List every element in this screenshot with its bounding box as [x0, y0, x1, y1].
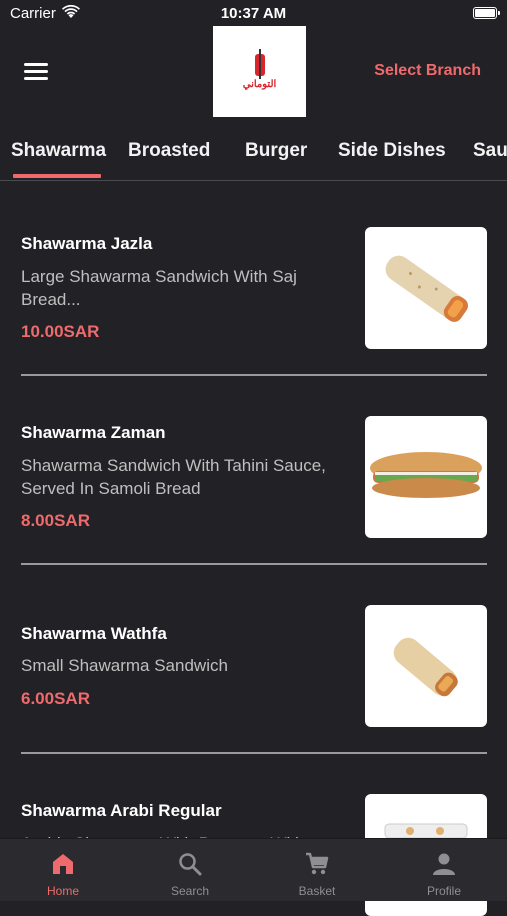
item-divider: [21, 563, 487, 565]
tab-burger[interactable]: Burger: [245, 140, 307, 162]
logo-text: التوماني: [242, 78, 277, 90]
tab-sauces[interactable]: Sau: [473, 140, 507, 162]
item-title: Shawarma Zaman: [21, 423, 166, 442]
wrap-image: [365, 227, 487, 349]
status-bar: Carrier 10:37 AM: [0, 0, 507, 26]
sandwich-image: [365, 416, 487, 538]
shawarma-drum-icon: [254, 48, 265, 79]
item-description: Shawarma Sandwich With Tahini Sauce, Ser…: [21, 456, 326, 498]
item-title: Shawarma Wathfa: [21, 624, 167, 643]
tab-side-dishes[interactable]: Side Dishes: [338, 140, 446, 162]
cart-icon: [306, 852, 329, 875]
active-tab-indicator: [13, 174, 101, 178]
tab-broasted[interactable]: Broasted: [128, 140, 210, 162]
nav-label: Search: [170, 884, 210, 898]
nav-basket[interactable]: Basket: [254, 839, 380, 901]
nav-label: Home: [46, 884, 79, 898]
brand-logo: التوماني: [213, 26, 306, 117]
profile-icon: [433, 853, 455, 875]
nav-profile[interactable]: Profile: [381, 839, 507, 901]
nav-label: Profile: [426, 884, 461, 898]
item-description: Small Shawarma Sandwich: [21, 656, 228, 675]
menu-icon[interactable]: [24, 63, 48, 81]
select-branch-button[interactable]: Select Branch: [374, 62, 481, 80]
clock: 10:37 AM: [220, 5, 287, 22]
item-title: Shawarma Jazla: [21, 234, 153, 253]
home-icon: [53, 854, 73, 874]
item-price: 6.00SAR: [21, 689, 90, 708]
category-tabs: Shawarma Broasted Burger Side Dishes Sau: [0, 128, 507, 181]
item-price: 10.00SAR: [21, 322, 100, 341]
search-icon: [179, 853, 202, 876]
small-wrap-image: [365, 605, 487, 727]
nav-home[interactable]: Home: [0, 839, 126, 901]
bottom-navigation: Home Search Basket Profile: [0, 838, 507, 901]
battery-icon: [473, 7, 500, 19]
item-divider: [21, 752, 487, 754]
app-header: التوماني Select Branch: [0, 26, 507, 118]
item-description: Large Shawarma Sandwich With Saj Bread..…: [21, 267, 297, 309]
nav-search[interactable]: Search: [127, 839, 253, 901]
item-divider: [21, 374, 487, 376]
item-title: Shawarma Arabi Regular: [21, 801, 222, 820]
nav-label: Basket: [298, 884, 336, 898]
tab-shawarma[interactable]: Shawarma: [11, 140, 106, 162]
item-price: 8.00SAR: [21, 511, 90, 530]
